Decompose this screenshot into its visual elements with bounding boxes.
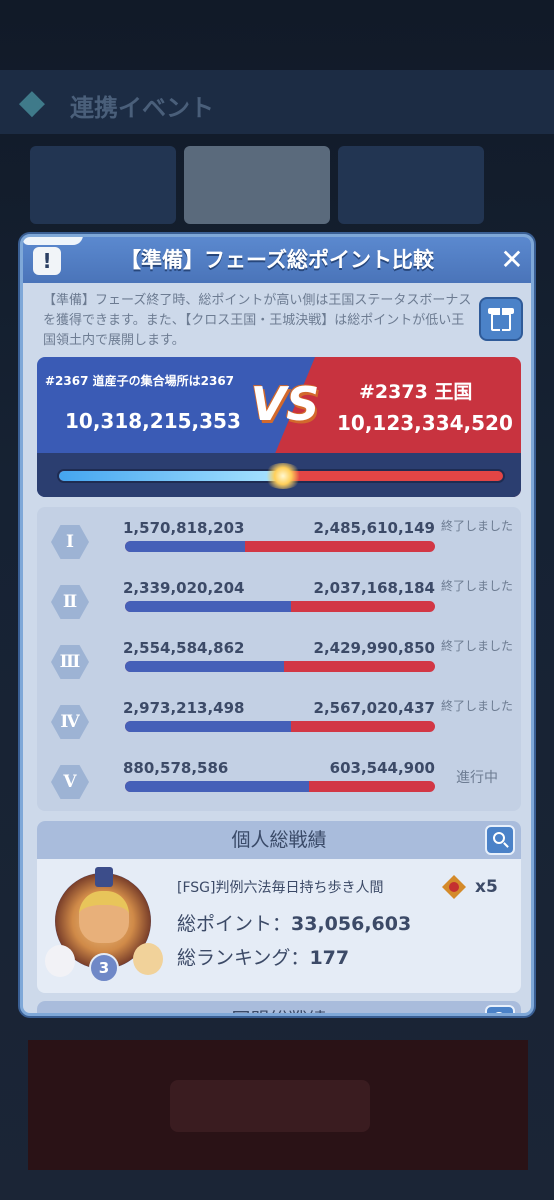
phase-left-points: 2,973,213,498 — [123, 699, 245, 717]
alliance-record-section: 同盟総戦績 — [37, 1001, 521, 1013]
phase-row: Ⅱ 2,339,020,204 2,037,168,184 終了しました — [37, 569, 521, 629]
companion-left — [45, 945, 75, 977]
vs-label: VS — [250, 377, 320, 431]
phase-progress-fill — [125, 661, 284, 672]
phase-points-modal: ! 【準備】フェーズ総ポイント比較 ✕ 【準備】フェーズ終了時、総ポイントが高い… — [20, 234, 534, 1016]
left-kingdom-total: 10,318,215,353 — [65, 409, 241, 433]
left-kingdom-name: #2367 道産子の集合場所は2367 — [45, 374, 235, 388]
avatar-helm — [95, 867, 113, 887]
phase-right-points: 2,567,020,437 — [313, 699, 435, 717]
reward-gift-button[interactable] — [479, 297, 523, 341]
phase-status: 終了しました — [441, 699, 514, 713]
section-header: 個人総戦績 — [37, 821, 521, 859]
avatar[interactable]: 3 — [45, 867, 163, 983]
medal-count: x5 — [475, 877, 498, 897]
phase-right-points: 2,485,610,149 — [313, 519, 435, 537]
medal-core — [449, 882, 459, 892]
modal-header: ! 【準備】フェーズ総ポイント比較 ✕ — [23, 237, 531, 283]
phase-row: Ⅲ 2,554,584,862 2,429,990,850 終了しました — [37, 629, 521, 689]
phase-status: 終了しました — [441, 579, 514, 593]
right-kingdom-total: 10,123,334,520 — [337, 411, 513, 435]
alliance-search-button[interactable] — [485, 1005, 515, 1013]
phase-progress-bar — [125, 661, 435, 672]
phase-numeral: Ⅴ — [51, 765, 89, 799]
close-icon[interactable]: ✕ — [497, 245, 527, 275]
background-tab-3 — [338, 146, 484, 224]
section-header: 同盟総戦績 — [37, 1001, 521, 1013]
background-tab-2 — [184, 146, 330, 224]
back-arrow-icon: ◆ — [18, 82, 46, 122]
background-tab-1 — [30, 146, 176, 224]
phase-progress-bar — [125, 781, 435, 792]
phase-progress-bar — [125, 601, 435, 612]
medal-icon — [439, 871, 469, 905]
phase-right-points: 2,037,168,184 — [313, 579, 435, 597]
phase-progress-fill — [125, 541, 245, 552]
phase-status: 進行中 — [456, 770, 498, 786]
section-title: 同盟総戦績 — [37, 1001, 521, 1013]
phase-numeral: Ⅰ — [51, 525, 89, 559]
personal-search-button[interactable] — [485, 825, 515, 855]
phase-left-points: 2,554,584,862 — [123, 639, 245, 657]
avatar-portrait — [79, 891, 129, 943]
search-handle — [503, 842, 509, 848]
background-button — [170, 1080, 370, 1132]
phase-row: Ⅴ 880,578,586 603,544,900 進行中 — [37, 749, 521, 809]
personal-record-section: 個人総戦績 3 [FSG]判例六法毎日持ち歩き人間 x5 総ポイント：33,05… — [37, 821, 521, 993]
phase-right-points: 603,544,900 — [329, 759, 435, 777]
phase-progress-fill — [125, 601, 291, 612]
total-points-label: 総ポイント： — [177, 913, 292, 935]
versus-panel: #2367 道産子の集合場所は2367 10,318,215,353 VS #2… — [37, 357, 521, 497]
total-ranking-value: 177 — [309, 947, 350, 969]
phase-numeral: Ⅲ — [51, 645, 89, 679]
avatar-level-badge: 3 — [89, 953, 119, 983]
modal-description: 【準備】フェーズ終了時、総ポイントが高い側は王国ステータスボーナスを獲得できます… — [43, 293, 472, 348]
search-icon — [493, 1012, 505, 1013]
phase-row: Ⅰ 1,570,818,203 2,485,610,149 終了しました — [37, 509, 521, 569]
total-ranking: 総ランキング：177 — [177, 943, 349, 970]
phase-progress-fill — [125, 781, 309, 792]
phase-status: 終了しました — [441, 519, 514, 533]
info-icon[interactable]: ! — [33, 247, 61, 275]
right-kingdom-name: #2373 王国 — [359, 381, 473, 403]
modal-title: 【準備】フェーズ総ポイント比較 — [120, 248, 434, 272]
phase-left-points: 880,578,586 — [123, 759, 229, 777]
background-title: 連携イベント — [70, 94, 214, 122]
versus-progress-fill — [59, 471, 284, 481]
phase-progress-bar — [125, 721, 435, 732]
spark-icon — [263, 463, 304, 489]
section-title: 個人総戦績 — [231, 829, 327, 851]
phase-status: 終了しました — [441, 639, 514, 653]
total-points-value: 33,056,603 — [291, 913, 412, 935]
companion-right — [133, 943, 163, 975]
phase-left-points: 2,339,020,204 — [123, 579, 245, 597]
phase-progress-bar — [125, 541, 435, 552]
phase-numeral: Ⅱ — [51, 585, 89, 619]
phase-left-points: 1,570,818,203 — [123, 519, 245, 537]
phase-list: Ⅰ 1,570,818,203 2,485,610,149 終了しました Ⅱ 2… — [37, 507, 521, 811]
total-points: 総ポイント：33,056,603 — [177, 909, 411, 936]
phase-numeral: Ⅳ — [51, 705, 89, 739]
player-name: [FSG]判例六法毎日持ち歩き人間 — [177, 880, 384, 896]
phase-right-points: 2,429,990,850 — [313, 639, 435, 657]
total-ranking-label: 総ランキング： — [177, 947, 310, 969]
phase-row: Ⅳ 2,973,213,498 2,567,020,437 終了しました — [37, 689, 521, 749]
phase-progress-fill — [125, 721, 292, 732]
gift-ribbon — [500, 308, 502, 331]
